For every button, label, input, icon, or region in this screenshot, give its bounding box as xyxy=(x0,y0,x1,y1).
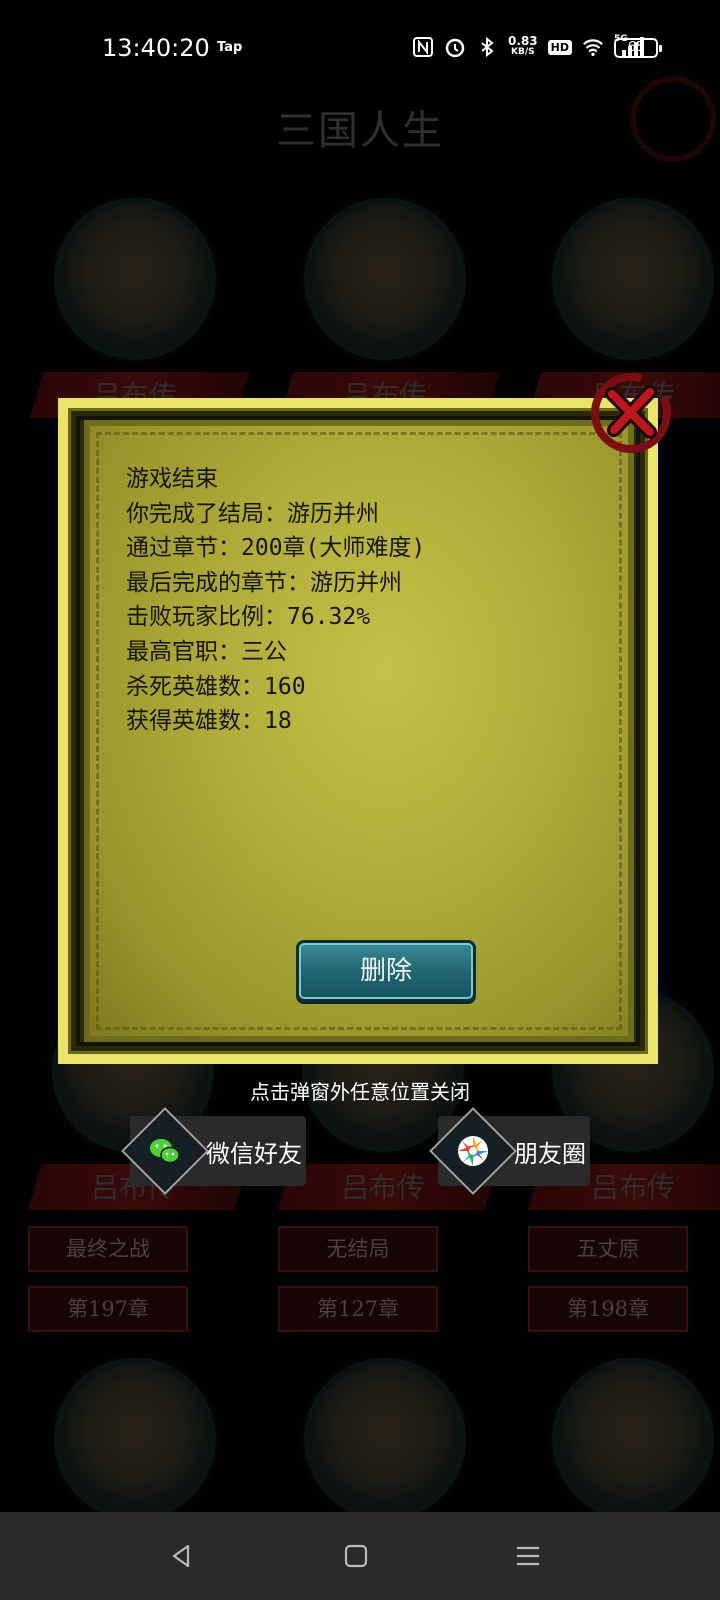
character-portrait xyxy=(558,1364,708,1514)
card-chapter: 第127章 xyxy=(278,1286,438,1332)
save-card[interactable] xyxy=(280,1364,500,1514)
status-time: 13:40:20 xyxy=(102,34,210,62)
character-portrait xyxy=(310,204,460,354)
card-chapter: 第197章 xyxy=(28,1286,188,1332)
game-over-dialog: 游戏结束 你完成了结局：游历并州 通过章节：200章(大师难度) 最后完成的章节… xyxy=(58,373,671,1064)
home-nav-icon[interactable] xyxy=(334,1534,378,1578)
card-ending: 五丈原 xyxy=(528,1226,688,1272)
bluetooth-icon xyxy=(481,36,494,58)
tap-notification-icon: Tap xyxy=(217,40,243,55)
wechat-icon xyxy=(123,1109,207,1193)
share-wechat-button[interactable]: 微信好友 xyxy=(123,1109,306,1193)
background-close-icon xyxy=(630,76,716,162)
game-title: 三国人生 xyxy=(276,108,444,154)
card-ending: 无结局 xyxy=(278,1226,438,1272)
result-line-percentile: 击败玩家比例：76.32% xyxy=(126,604,371,631)
card-ending: 最终之战 xyxy=(28,1226,188,1272)
result-line-title: 游戏结束 xyxy=(126,466,218,492)
result-line-rank: 最高官职：三公 xyxy=(126,638,287,665)
navigation-bar xyxy=(0,1512,720,1600)
share-moments-label: 朋友圈 xyxy=(514,1139,586,1168)
hd-icon: HD xyxy=(547,39,572,55)
result-line-kills: 杀死英雄数：160 xyxy=(126,673,306,700)
dismiss-hint: 点击弹窗外任意位置关闭 xyxy=(250,1080,470,1104)
wifi-icon xyxy=(583,39,603,56)
menu-nav-icon[interactable] xyxy=(506,1534,550,1578)
network-speed: 0.83 KB/S xyxy=(508,34,538,57)
nfc-icon xyxy=(413,37,434,57)
character-portrait xyxy=(310,1364,460,1514)
alarm-icon xyxy=(445,38,465,58)
status-icons: 0.83 KB/S HD 5G xyxy=(412,32,644,62)
result-line-last-chapter: 最后完成的章节：游历并州 xyxy=(126,569,402,596)
share-wechat-label: 微信好友 xyxy=(206,1139,302,1168)
result-text: 游戏结束 你完成了结局：游历并州 通过章节：200章(大师难度) 最后完成的章节… xyxy=(126,462,425,739)
moments-icon xyxy=(431,1109,515,1193)
character-portrait xyxy=(60,204,210,354)
share-moments-button[interactable]: 朋友圈 xyxy=(431,1109,590,1193)
close-icon[interactable] xyxy=(588,370,674,456)
save-card[interactable] xyxy=(30,1364,250,1514)
battery-indicator: 65 xyxy=(614,38,662,58)
card-chapter: 第198章 xyxy=(528,1286,688,1332)
save-card[interactable] xyxy=(528,1364,720,1514)
delete-button[interactable]: 删除 xyxy=(296,940,476,1002)
character-portrait xyxy=(558,204,708,354)
character-portrait xyxy=(60,1364,210,1514)
status-bar: 13:40:20 Tap 0.83 KB/S HD 5G 65 xyxy=(0,0,720,96)
back-nav-icon[interactable] xyxy=(160,1534,204,1578)
dialog-parchment: 游戏结束 你完成了结局：游历并州 通过章节：200章(大师难度) 最后完成的章节… xyxy=(84,420,634,1042)
result-line-heroes: 获得英雄数：18 xyxy=(126,708,292,735)
result-line-chapters: 通过章节：200章(大师难度) xyxy=(126,535,426,562)
result-line-ending: 你完成了结局：游历并州 xyxy=(126,500,379,527)
